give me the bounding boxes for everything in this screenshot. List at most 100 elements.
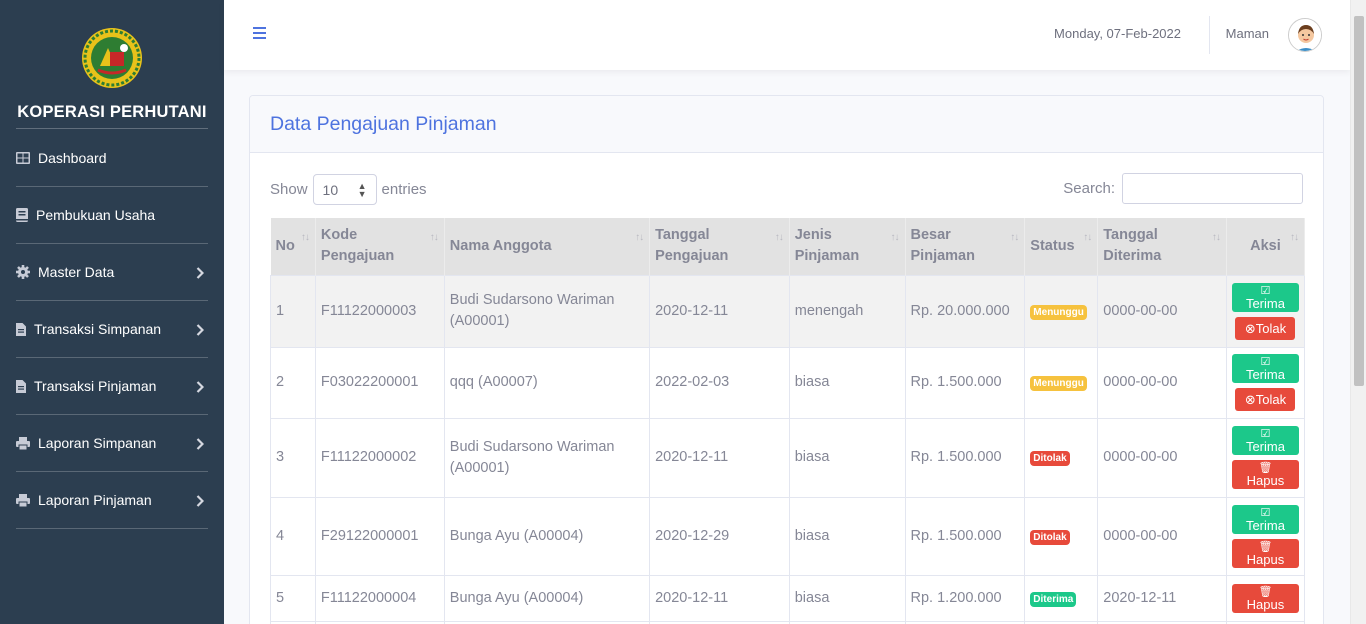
status-badge: Ditolak	[1030, 451, 1070, 466]
cell-diterima: 0000-00-00	[1097, 274, 1227, 348]
brand-title: KOPERASI PERHUTANI	[17, 103, 207, 121]
cell-aksi: ☑ Terima ⊗Tolak	[1225, 346, 1306, 419]
sidebar-item-laporan-simpanan[interactable]: Laporan Simpanan	[16, 415, 208, 472]
avatar[interactable]	[1288, 18, 1322, 52]
terima-button[interactable]: ☑ Terima	[1231, 354, 1299, 383]
sidebar-item-dashboard[interactable]: Dashboard	[16, 130, 208, 187]
search-box: Search:	[1063, 173, 1303, 204]
cell-diterima: 0000-00-00	[1097, 496, 1227, 576]
sort-icon: ↑↓	[774, 232, 784, 243]
file-icon	[16, 379, 26, 393]
column-header-nama-anggota[interactable]: Nama Anggota ↑↓	[444, 218, 651, 275]
chevron-right-icon	[196, 380, 205, 396]
tolak-button[interactable]: ⊗Tolak	[1235, 316, 1296, 340]
column-header-tanggal-diterima[interactable]: Tanggal Diterima ↑↓	[1097, 218, 1227, 275]
tolak-button[interactable]: ⊗Tolak	[1235, 388, 1296, 411]
cell-status: Ditolak	[1024, 496, 1099, 576]
cell-besar: Rp. 1.200.000	[904, 574, 1026, 622]
table-row: 1 F11122000003 Budi Sudarsono Wariman (A…	[270, 274, 1306, 348]
sort-icon: ↑↓	[1290, 232, 1299, 243]
sort-icon: ↑↓	[890, 232, 900, 243]
cell-kode: F29122000001	[314, 496, 445, 576]
column-header-besar-pinjaman[interactable]: Besar Pinjaman ↑↓	[905, 218, 1026, 275]
column-header-jenis-pinjaman[interactable]: Jenis Pinjaman ↑↓	[789, 218, 906, 275]
current-date: Monday, 07-Feb-2022	[1054, 26, 1181, 41]
cell-nama: qqq (A00007)	[443, 346, 651, 419]
trash-icon: 🗑	[1258, 585, 1273, 598]
loan-applications-table: No ↑↓ Kode Pengajuan ↑↓ Nama Anggota ↑↓ Tang…	[270, 218, 1306, 624]
sidebar: KOPERASI PERHUTANI Dashboard Pembukuan U…	[0, 0, 224, 624]
cell-diterima: 0000-00-00	[1097, 417, 1227, 498]
cell-no: 1	[270, 274, 316, 348]
cell-status: Ditolak	[1024, 417, 1099, 498]
sidebar-item-transaksi-simpanan[interactable]: Transaksi Simpanan	[16, 301, 208, 358]
cell-diterima: 2020-12-11	[1097, 574, 1227, 622]
sidebar-item-label: Transaksi Pinjaman	[34, 378, 157, 394]
cell-besar: Rp. 1.500.000	[904, 496, 1026, 576]
column-header-status[interactable]: Status ↑↓	[1024, 218, 1099, 275]
search-input[interactable]	[1122, 173, 1303, 204]
cell-nama: Budi Sudarsono Wariman (A00001)	[443, 417, 651, 498]
sidebar-item-label: Pembukuan Usaha	[36, 207, 156, 223]
cell-nama: Bunga Ayu (A00004)	[443, 574, 651, 622]
show-entries: Show 10 ▲ ▼ entries	[270, 174, 427, 205]
cell-aksi: ☑ Terima 🗑 Hapus	[1225, 417, 1306, 498]
column-header-kode-pengajuan[interactable]: Kode Pengajuan ↑↓	[315, 218, 445, 275]
sidebar-item-transaksi-pinjaman[interactable]: Transaksi Pinjaman	[16, 358, 208, 415]
sidebar-item-label: Laporan Simpanan	[38, 435, 157, 451]
cell-nama: Bunga Ayu (A00004)	[443, 496, 651, 576]
sidebar-item-master-data[interactable]: Master Data	[16, 244, 208, 301]
show-label: Show	[270, 181, 308, 198]
sort-icon: ↑↓	[429, 232, 439, 243]
cell-tanggal: 2020-12-11	[649, 574, 790, 622]
select-arrows-icon: ▲ ▼	[357, 181, 367, 199]
topbar: Monday, 07-Feb-2022 Maman	[224, 0, 1350, 70]
terima-button[interactable]: ☑ Terima	[1231, 426, 1299, 455]
brand[interactable]: KOPERASI PERHUTANI	[0, 0, 224, 130]
sidebar-item-laporan-pinjaman[interactable]: Laporan Pinjaman	[16, 472, 208, 529]
koperasi-logo	[82, 28, 142, 88]
terima-button[interactable]: ☑ Terima	[1231, 504, 1299, 534]
book-icon	[16, 208, 28, 222]
table-row: 4 F29122000001 Bunga Ayu (A00004) 2020-1…	[270, 496, 1306, 576]
cell-jenis: biasa	[788, 346, 906, 419]
cell-tanggal: 2020-12-11	[649, 274, 790, 348]
hapus-button[interactable]: 🗑 Hapus	[1231, 460, 1299, 489]
hapus-button[interactable]: 🗑 Hapus	[1231, 538, 1299, 568]
sort-icon: ↑↓	[1083, 232, 1092, 243]
cell-besar: Rp. 20.000.000	[904, 274, 1026, 348]
cell-kode: F03022200001	[314, 346, 445, 419]
brand-divider	[16, 128, 208, 129]
cell-diterima: 0000-00-00	[1097, 346, 1227, 419]
cell-besar: Rp. 1.500.000	[904, 417, 1026, 498]
column-header-no[interactable]: No ↑↓	[270, 218, 316, 275]
page-scrollbar[interactable]	[1350, 0, 1366, 624]
cell-jenis: menengah	[788, 274, 906, 348]
status-badge: Diterima	[1030, 591, 1077, 607]
entries-select[interactable]: 10 ▲ ▼	[312, 174, 377, 205]
cell-jenis: biasa	[788, 417, 906, 498]
hapus-button[interactable]: 🗑 Hapus	[1231, 583, 1299, 613]
cell-nama: Budi Sudarsono Wariman (A00001)	[443, 274, 651, 348]
check-square-icon: ☑	[1260, 506, 1271, 519]
sidebar-item-pembukuan-usaha[interactable]: Pembukuan Usaha	[16, 187, 208, 244]
cell-status: Menunggu	[1024, 346, 1099, 419]
scrollbar-thumb[interactable]	[1354, 16, 1364, 386]
sidebar-item-label: Transaksi Simpanan	[34, 321, 162, 337]
cell-status: Menunggu	[1024, 274, 1099, 348]
cell-status: Diterima	[1024, 574, 1099, 622]
column-header-tanggal-pengajuan[interactable]: Tanggal Pengajuan ↑↓	[649, 218, 790, 275]
check-square-icon: ☑	[1260, 284, 1271, 297]
user-name[interactable]: Maman	[1226, 26, 1269, 41]
times-circle-icon: ⊗	[1244, 392, 1256, 407]
column-header-aksi[interactable]: Aksi ↑↓	[1226, 218, 1306, 275]
cell-no: 3	[270, 417, 316, 498]
cell-tanggal: 2020-12-29	[649, 496, 790, 576]
terima-button[interactable]: ☑ Terima	[1231, 282, 1299, 312]
chevron-right-icon	[196, 266, 205, 282]
table-row: 2 F03022200001 qqq (A00007) 2022-02-03 b…	[270, 346, 1306, 419]
hamburger-menu-icon[interactable]	[252, 26, 268, 42]
cell-no: 4	[270, 496, 316, 576]
printer-icon	[16, 436, 30, 450]
entries-value: 10	[322, 181, 339, 198]
